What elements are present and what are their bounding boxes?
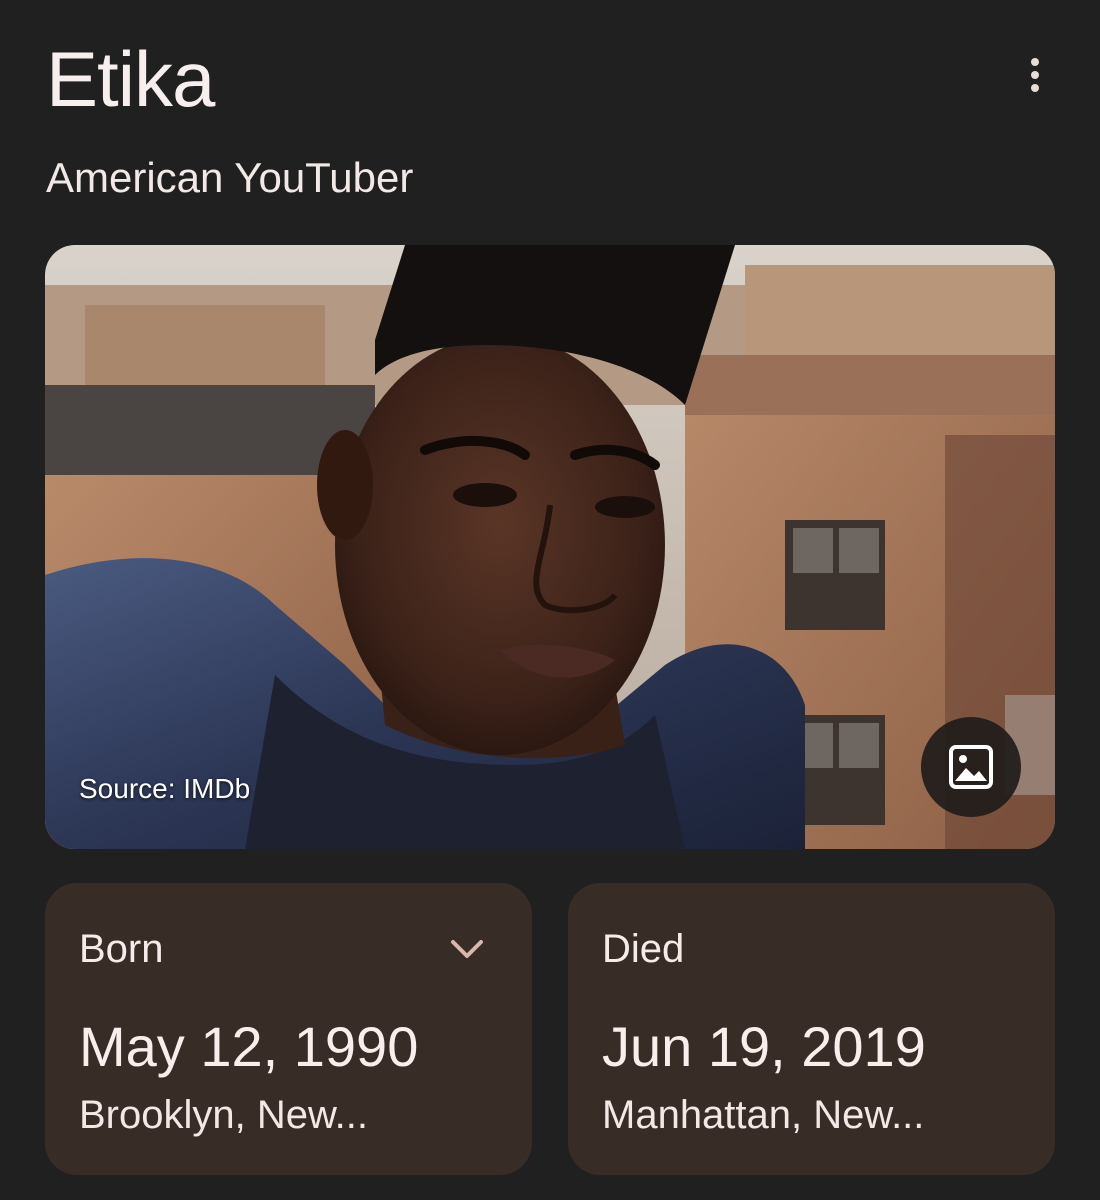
died-date: Jun 19, 2019 <box>602 1015 926 1078</box>
image-icon <box>949 745 993 789</box>
chevron-down-icon <box>451 940 483 958</box>
born-date: May 12, 1990 <box>79 1015 419 1078</box>
profile-photo[interactable]: Source: IMDb <box>45 245 1055 849</box>
born-expand-button[interactable] <box>445 927 489 971</box>
died-place: Manhattan, New... <box>602 1093 925 1137</box>
more-options-button[interactable] <box>1010 50 1060 100</box>
photo-illustration <box>45 245 1055 849</box>
more-images-button[interactable] <box>921 717 1021 817</box>
born-place: Brooklyn, New... <box>79 1093 369 1137</box>
born-label: Born <box>79 927 164 971</box>
died-card[interactable]: Died Jun 19, 2019 Manhattan, New... <box>568 883 1055 1175</box>
page-subtitle: American YouTuber <box>46 154 414 201</box>
photo-source-label: Source: IMDb <box>79 773 251 804</box>
more-vert-icon <box>1031 58 1039 92</box>
born-card[interactable]: Born May 12, 1990 Brooklyn, New... <box>45 883 532 1175</box>
died-label: Died <box>602 927 685 971</box>
page-title: Etika <box>46 35 215 123</box>
